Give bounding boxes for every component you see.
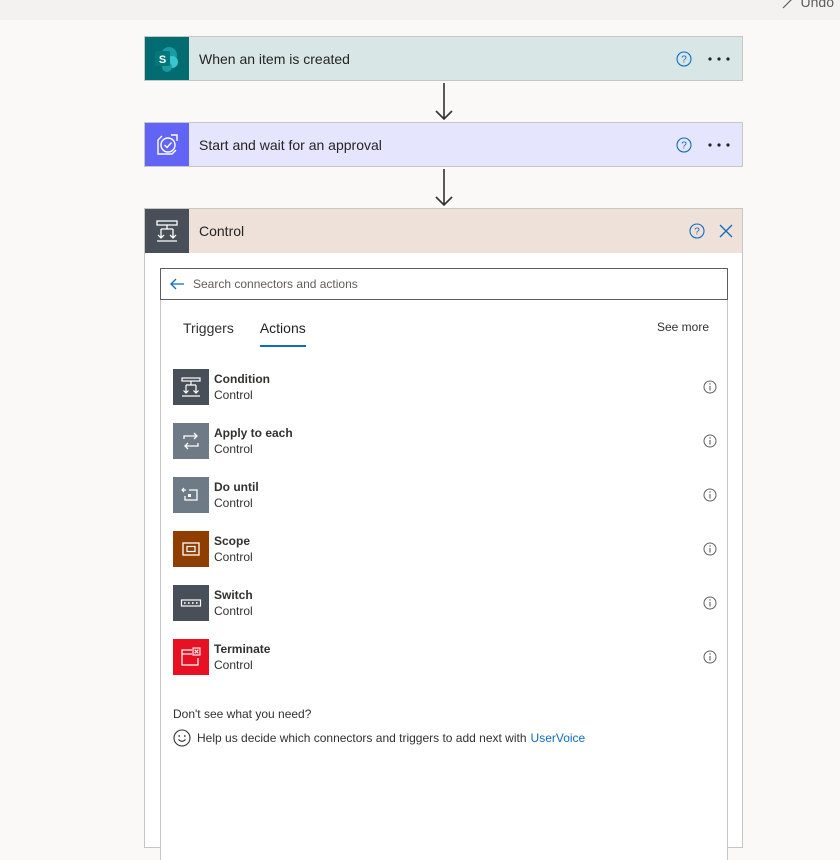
scope-icon	[173, 531, 209, 567]
action-connector: Control	[214, 388, 253, 402]
search-box[interactable]	[160, 268, 728, 300]
action-name: Do until	[214, 480, 259, 494]
uservoice-link[interactable]: UserVoice	[531, 731, 586, 745]
svg-text:?: ?	[681, 140, 687, 151]
action-connector: Control	[214, 658, 253, 672]
info-icon[interactable]	[703, 542, 717, 556]
action-connector: Control	[214, 550, 253, 564]
action-item-scope[interactable]: Scope Control	[173, 529, 717, 569]
apply-to-each-icon	[173, 423, 209, 459]
action-name: Switch	[214, 588, 253, 602]
info-icon[interactable]	[703, 650, 717, 664]
action-item-terminate[interactable]: Terminate Control	[173, 637, 717, 677]
do-until-icon	[173, 477, 209, 513]
action-item-condition[interactable]: Condition Control	[173, 367, 717, 407]
dont-see-heading: Don't see what you need?	[173, 707, 312, 721]
see-more-link[interactable]: See more	[657, 320, 709, 334]
close-icon[interactable]	[719, 224, 733, 238]
control-action-panel: Control ? Triggers Actions See more	[144, 208, 743, 860]
approval-icon	[145, 123, 189, 166]
svg-text:?: ?	[694, 227, 700, 238]
action-name: Terminate	[214, 642, 271, 656]
action-name: Scope	[214, 534, 251, 548]
info-icon[interactable]	[703, 488, 717, 502]
action-connector: Control	[214, 442, 253, 456]
ellipsis-icon	[708, 56, 730, 61]
feedback-line: Help us decide which connectors and trig…	[173, 729, 585, 747]
more-options-button[interactable]	[706, 135, 732, 155]
info-icon[interactable]	[703, 596, 717, 610]
svg-text:S: S	[159, 54, 166, 66]
action-connector: Control	[214, 604, 253, 618]
approval-title: Start and wait for an approval	[199, 136, 382, 153]
approval-card[interactable]: Start and wait for an approval ?	[144, 122, 743, 167]
info-icon[interactable]	[703, 434, 717, 448]
terminate-icon	[173, 639, 209, 675]
connector-arrow-icon	[435, 83, 453, 121]
search-input[interactable]	[191, 276, 695, 292]
action-item-switch[interactable]: Switch Control	[173, 583, 717, 623]
action-item-apply-to-each[interactable]: Apply to each Control	[173, 421, 717, 461]
svg-text:?: ?	[681, 54, 687, 65]
tab-triggers[interactable]: Triggers	[183, 320, 234, 347]
action-name: Condition	[214, 372, 270, 386]
undo-label: Undo	[800, 0, 834, 10]
feedback-text: Help us decide which connectors and trig…	[197, 731, 527, 745]
control-title: Control	[199, 223, 245, 239]
control-header[interactable]: Control ?	[145, 209, 742, 253]
actions-list-area: Triggers Actions See more Condition Cont…	[160, 300, 728, 860]
action-name: Apply to each	[214, 426, 293, 440]
back-arrow-icon[interactable]	[169, 276, 185, 292]
trigger-card[interactable]: S When an item is created ?	[144, 36, 743, 81]
action-item-do-until[interactable]: Do until Control	[173, 475, 717, 515]
action-connector: Control	[214, 496, 253, 510]
info-icon[interactable]	[703, 380, 717, 394]
help-icon[interactable]: ?	[689, 223, 705, 239]
help-icon[interactable]: ?	[676, 50, 692, 67]
connector-arrow-icon	[435, 169, 453, 207]
smiley-icon	[173, 729, 191, 747]
more-options-button[interactable]	[706, 49, 732, 69]
picker-tabs: Triggers Actions	[183, 320, 306, 347]
control-icon	[145, 209, 189, 253]
ellipsis-icon	[708, 142, 730, 147]
undo-icon	[782, 0, 792, 9]
switch-icon	[173, 585, 209, 621]
top-bar: Undo	[0, 0, 840, 20]
tab-actions[interactable]: Actions	[259, 320, 306, 347]
sharepoint-icon: S	[145, 37, 189, 80]
trigger-title: When an item is created	[199, 50, 350, 67]
undo-button[interactable]: Undo	[781, 0, 834, 10]
help-icon[interactable]: ?	[676, 136, 692, 153]
condition-icon	[173, 369, 209, 405]
